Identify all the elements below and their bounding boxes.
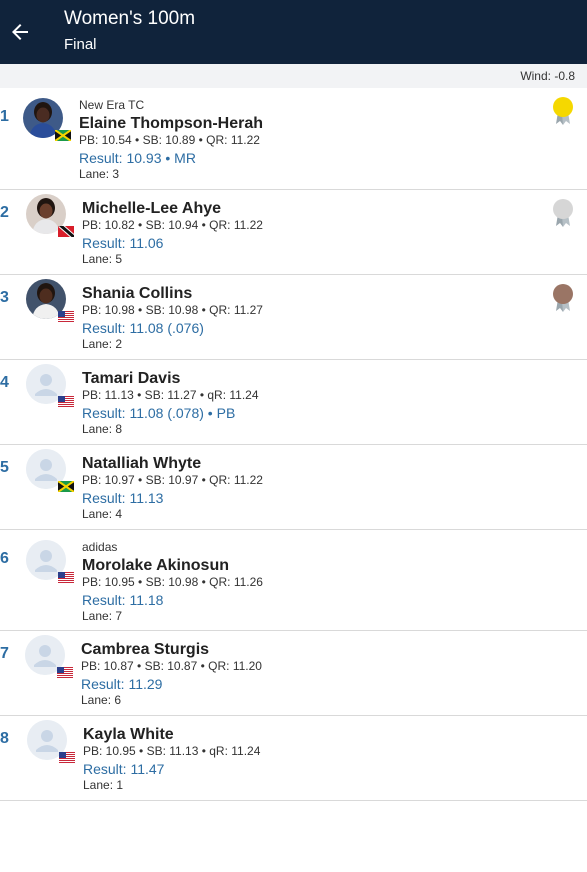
season-marks: PB: 10.87 • SB: 10.87 • QR: 11.20 (81, 659, 262, 673)
athlete-info: Natalliah Whyte PB: 10.97 • SB: 10.97 • Q… (82, 455, 263, 523)
season-marks: PB: 10.95 • SB: 10.98 • QR: 11.26 (82, 575, 263, 589)
lane-number: Lane: 2 (82, 337, 123, 351)
result-row[interactable]: 8 Kayla White PB: 10.95 • SB: 11.13 • qR: … (0, 716, 587, 801)
usa-flag-icon (59, 752, 75, 763)
lane-number: Lane: 1 (83, 778, 124, 792)
athlete-name: Kayla White (83, 726, 174, 743)
athlete-info: New Era TC Elaine Thompson-Herah PB: 10.54… (79, 98, 263, 183)
athlete-info: adidas Morolake Akinosun PB: 10.95 • SB: 1… (82, 540, 263, 625)
usa-flag-icon (58, 311, 74, 322)
trinidad-flag-icon (58, 226, 74, 237)
result-time: Result: 11.08 (.076) (82, 320, 204, 336)
result-row[interactable]: 2 Michelle-Lee Ahye PB: 10.82 • SB: 10.94 … (0, 190, 587, 275)
rank-number: 7 (0, 645, 9, 662)
app-header: Women's 100m Final (0, 0, 587, 64)
avatar (26, 540, 74, 583)
result-time: Result: 11.29 (81, 676, 163, 692)
result-row[interactable]: 4 Tamari Davis PB: 11.13 • SB: 11.27 • qR:… (0, 360, 587, 445)
jamaica-flag-icon (58, 481, 74, 492)
result-time: Result: 11.13 (82, 490, 164, 506)
result-time: Result: 11.47 (83, 761, 165, 777)
club-name: New Era TC (79, 98, 145, 112)
rank-number: 3 (0, 289, 9, 306)
club-name: adidas (82, 540, 118, 554)
season-marks: PB: 10.54 • SB: 10.89 • QR: 11.22 (79, 133, 260, 147)
lane-number: Lane: 7 (82, 609, 123, 623)
season-marks: PB: 10.98 • SB: 10.98 • QR: 11.27 (82, 303, 263, 317)
rank-number: 1 (0, 108, 9, 125)
athlete-name: Natalliah Whyte (82, 455, 202, 472)
usa-flag-icon (58, 572, 74, 583)
rank-number: 5 (0, 459, 9, 476)
season-marks: PB: 10.95 • SB: 11.13 • qR: 11.24 (83, 744, 261, 758)
result-row[interactable]: 6 adidas Morolake Akinosun PB: 10.95 • SB: … (0, 530, 587, 631)
avatar (26, 279, 74, 322)
avatar (26, 364, 74, 407)
rank-number: 8 (0, 730, 9, 747)
wind-bar: Wind: -0.8 (0, 64, 587, 88)
back-arrow-icon[interactable] (8, 20, 32, 44)
athlete-info: Cambrea Sturgis PB: 10.87 • SB: 10.87 • Q… (81, 641, 262, 709)
jamaica-flag-icon (55, 130, 71, 141)
athlete-info: Kayla White PB: 10.95 • SB: 11.13 • qR: 1… (83, 726, 260, 794)
result-time: Result: 11.18 (82, 592, 164, 608)
avatar (27, 720, 75, 763)
usa-flag-icon (58, 396, 74, 407)
result-time: Result: 10.93 • MR (79, 150, 196, 166)
lane-number: Lane: 3 (79, 167, 120, 181)
results-list: 1 New Era TC Elaine Thompson-Herah PB: 10.5… (0, 88, 587, 801)
avatar (23, 98, 71, 141)
result-time: Result: 11.08 (.078) • PB (82, 405, 236, 421)
wind-reading: Wind: -0.8 (520, 69, 575, 83)
athlete-name: Elaine Thompson-Herah (79, 115, 264, 132)
bronze-medal-icon (553, 284, 573, 312)
avatar (26, 194, 74, 237)
result-row[interactable]: 1 New Era TC Elaine Thompson-Herah PB: 10.5… (0, 88, 587, 190)
athlete-name: Michelle-Lee Ahye (82, 200, 222, 217)
season-marks: PB: 10.82 • SB: 10.94 • QR: 11.22 (82, 218, 263, 232)
athlete-name: Shania Collins (82, 285, 193, 302)
page-title: Women's 100m (64, 8, 196, 29)
result-time: Result: 11.06 (82, 235, 164, 251)
athlete-name: Tamari Davis (82, 370, 181, 387)
lane-number: Lane: 6 (81, 693, 122, 707)
gold-medal-icon (553, 97, 573, 125)
silver-medal-icon (553, 199, 573, 227)
season-marks: PB: 11.13 • SB: 11.27 • qR: 11.24 (82, 388, 259, 402)
rank-number: 2 (0, 204, 9, 221)
avatar (25, 635, 73, 678)
lane-number: Lane: 4 (82, 507, 123, 521)
athlete-info: Michelle-Lee Ahye PB: 10.82 • SB: 10.94 •… (82, 200, 263, 268)
result-row[interactable]: 7 Cambrea Sturgis PB: 10.87 • SB: 10.87 • … (0, 631, 587, 716)
season-marks: PB: 10.97 • SB: 10.97 • QR: 11.22 (82, 473, 263, 487)
page-subtitle: Final (64, 36, 97, 53)
lane-number: Lane: 5 (82, 252, 123, 266)
rank-number: 4 (0, 374, 9, 391)
lane-number: Lane: 8 (82, 422, 123, 436)
athlete-info: Shania Collins PB: 10.98 • SB: 10.98 • QR… (82, 285, 263, 353)
rank-number: 6 (0, 550, 9, 567)
usa-flag-icon (57, 667, 73, 678)
result-row[interactable]: 5 Natalliah Whyte PB: 10.97 • SB: 10.97 • … (0, 445, 587, 530)
athlete-info: Tamari Davis PB: 11.13 • SB: 11.27 • qR: … (82, 370, 259, 438)
athlete-name: Cambrea Sturgis (81, 641, 210, 658)
athlete-name: Morolake Akinosun (82, 557, 229, 574)
result-row[interactable]: 3 Shania Collins PB: 10.98 • SB: 10.98 • Q… (0, 275, 587, 360)
avatar (26, 449, 74, 492)
